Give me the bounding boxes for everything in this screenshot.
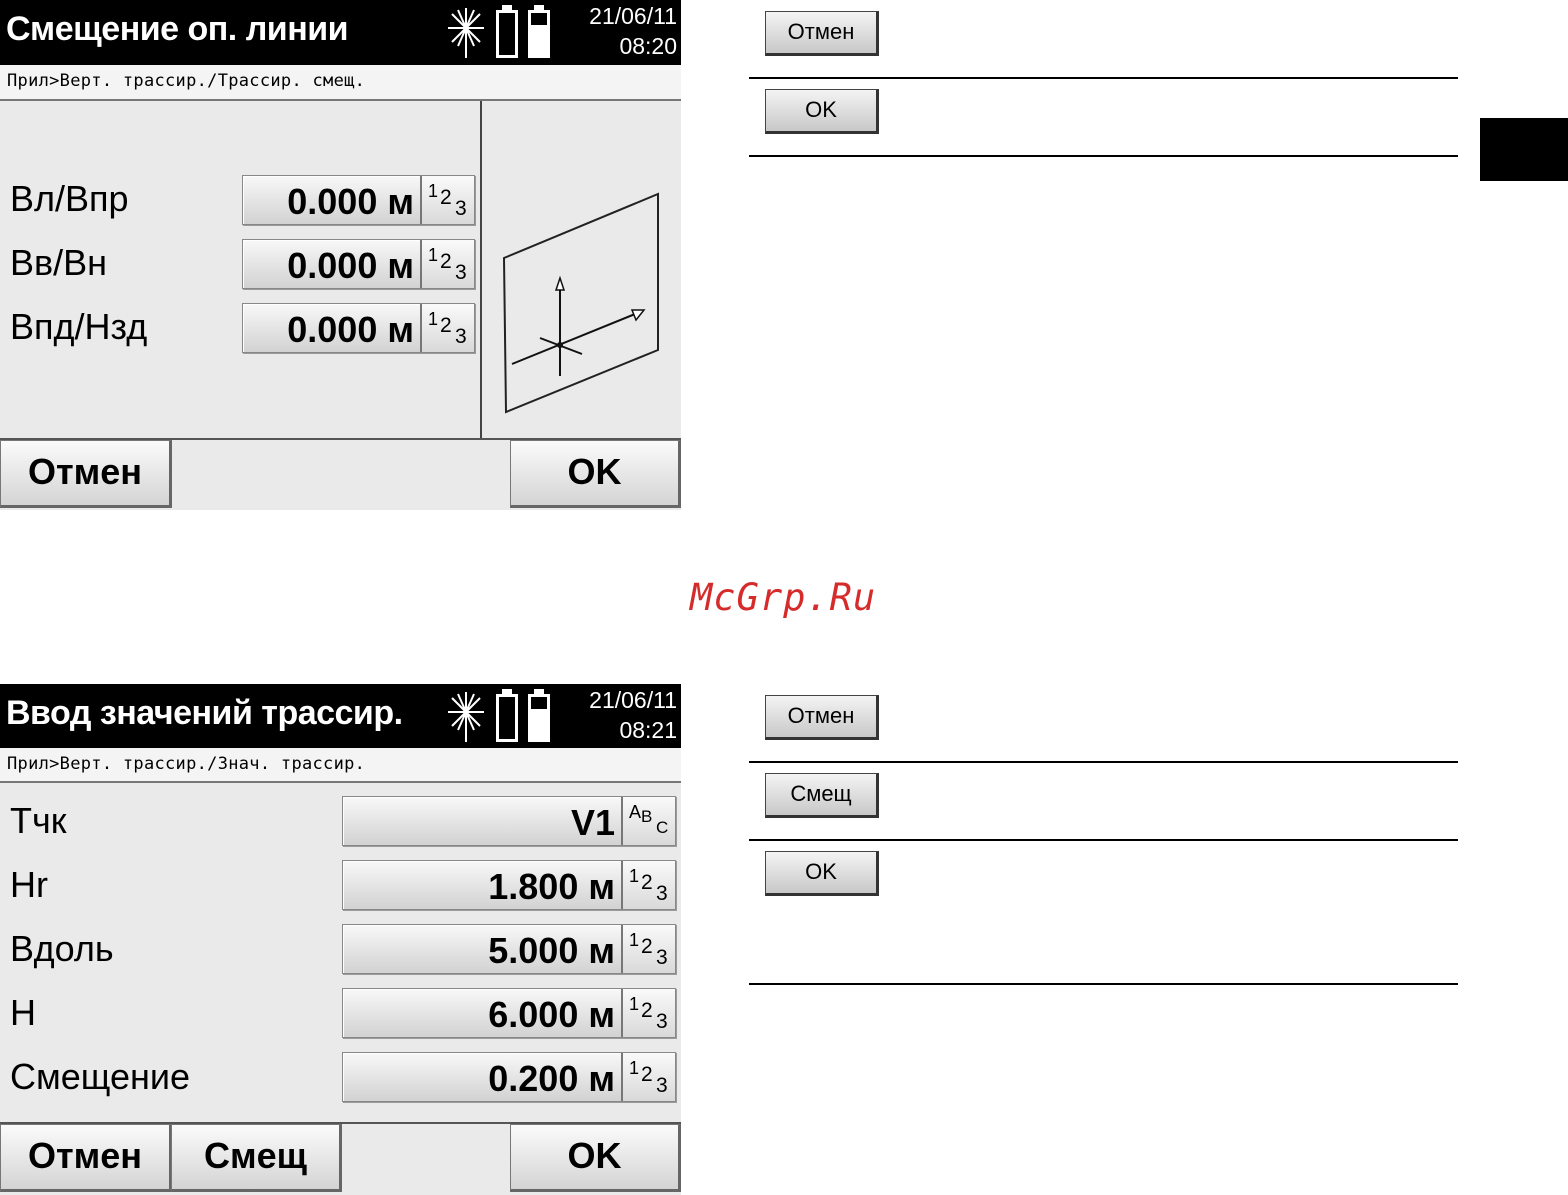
field-value: 1.800 м (488, 866, 615, 907)
height-input[interactable]: 6.000 м 1 2 3 (342, 988, 676, 1038)
field-label-height: Н (10, 992, 36, 1033)
breadcrumb: Прил>Верт. трассир./Трассир. смещ. (0, 65, 681, 101)
field-label-offset: Смещение (10, 1056, 191, 1097)
field-value: V1 (570, 802, 615, 843)
field-label-along: Вдоль (10, 928, 114, 969)
field-value: 0.200 м (488, 1058, 615, 1099)
along-input[interactable]: 5.000 м 1 2 3 (342, 924, 676, 974)
numeric-mode-button[interactable]: 1 2 3 (621, 989, 675, 1037)
left-right-input[interactable]: 0.000 м 1 2 3 (242, 175, 475, 225)
offset-axes-diagram (502, 192, 659, 414)
time: 08:20 (619, 33, 677, 59)
screen-title: Ввод значений трассир. (6, 694, 403, 732)
numeric-mode-button[interactable]: 1 2 3 (621, 925, 675, 973)
cancel-button[interactable]: Отмен (0, 440, 172, 508)
up-down-input[interactable]: 0.000 м 1 2 3 (242, 239, 475, 289)
battery-icon (496, 5, 550, 58)
date: 21/06/11 (589, 3, 677, 29)
cancel-button[interactable]: Отмен (0, 1124, 172, 1192)
hr-input[interactable]: 1.800 м 1 2 3 (342, 860, 676, 910)
laser-icon (448, 8, 484, 58)
ok-button[interactable]: OK (510, 440, 681, 508)
field-value: 0.000 м (287, 181, 414, 222)
time: 08:21 (619, 717, 677, 743)
device-screen-stakeout-values: Ввод значений трассир. 21/06/11 08:21 Пр… (0, 684, 681, 1195)
legend-offset-button: Смещ (765, 773, 879, 818)
offset-button[interactable]: Смещ (171, 1124, 342, 1192)
device-screen-offset-line: Смещение оп. линии 21/06/11 08:20 Прил>В… (0, 0, 681, 510)
chapter-tab (1480, 118, 1568, 181)
legend-ok-button: OK (765, 851, 879, 896)
numeric-mode-button[interactable]: 1 2 3 (420, 240, 474, 288)
watermark: McGrp.Ru (690, 576, 877, 619)
field-value: 0.000 м (287, 309, 414, 350)
legend-divider (749, 155, 1458, 157)
legend-ok-button: OK (765, 89, 879, 134)
field-label-up-down: Вв/Вн (10, 242, 108, 283)
numeric-mode-button[interactable]: 1 2 3 (621, 1053, 675, 1101)
title-bar: Смещение оп. линии 21/06/11 08:20 (0, 0, 681, 65)
field-label-left-right: Вл/Впр (10, 178, 129, 219)
alpha-mode-button[interactable]: A B C (621, 797, 675, 845)
field-value: 0.000 м (287, 245, 414, 286)
ok-button[interactable]: OK (510, 1124, 681, 1192)
softkey-bar: Отмен Смещ OK (0, 1122, 681, 1195)
field-label-point: Тчк (10, 800, 67, 841)
legend-cancel-button: Отмен (765, 695, 879, 740)
laser-icon (448, 692, 484, 742)
numeric-mode-button[interactable]: 1 2 3 (621, 861, 675, 909)
panel-divider (480, 101, 482, 438)
field-value: 5.000 м (488, 930, 615, 971)
date: 21/06/11 (589, 687, 677, 713)
point-input[interactable]: V1 A B C (342, 796, 676, 846)
numeric-mode-button[interactable]: 1 2 3 (420, 176, 474, 224)
field-label-hr: Hr (10, 864, 48, 905)
field-label-forward-back: Впд/Нзд (10, 306, 148, 347)
title-bar: Ввод значений трассир. 21/06/11 08:21 (0, 684, 681, 748)
legend-divider (749, 761, 1458, 763)
field-value: 6.000 м (488, 994, 615, 1035)
legend-cancel-button: Отмен (765, 11, 879, 56)
screen-title: Смещение оп. линии (6, 10, 349, 48)
softkey-bar: Отмен OK (0, 438, 681, 510)
legend-divider (749, 839, 1458, 841)
numeric-mode-button[interactable]: 1 2 3 (420, 304, 474, 352)
battery-icon (496, 689, 550, 742)
legend-divider (749, 77, 1458, 79)
legend-divider (749, 983, 1458, 985)
breadcrumb: Прил>Верт. трассир./Знач. трассир. (0, 748, 681, 783)
offset-input[interactable]: 0.200 м 1 2 3 (342, 1052, 676, 1102)
forward-back-input[interactable]: 0.000 м 1 2 3 (242, 303, 475, 353)
